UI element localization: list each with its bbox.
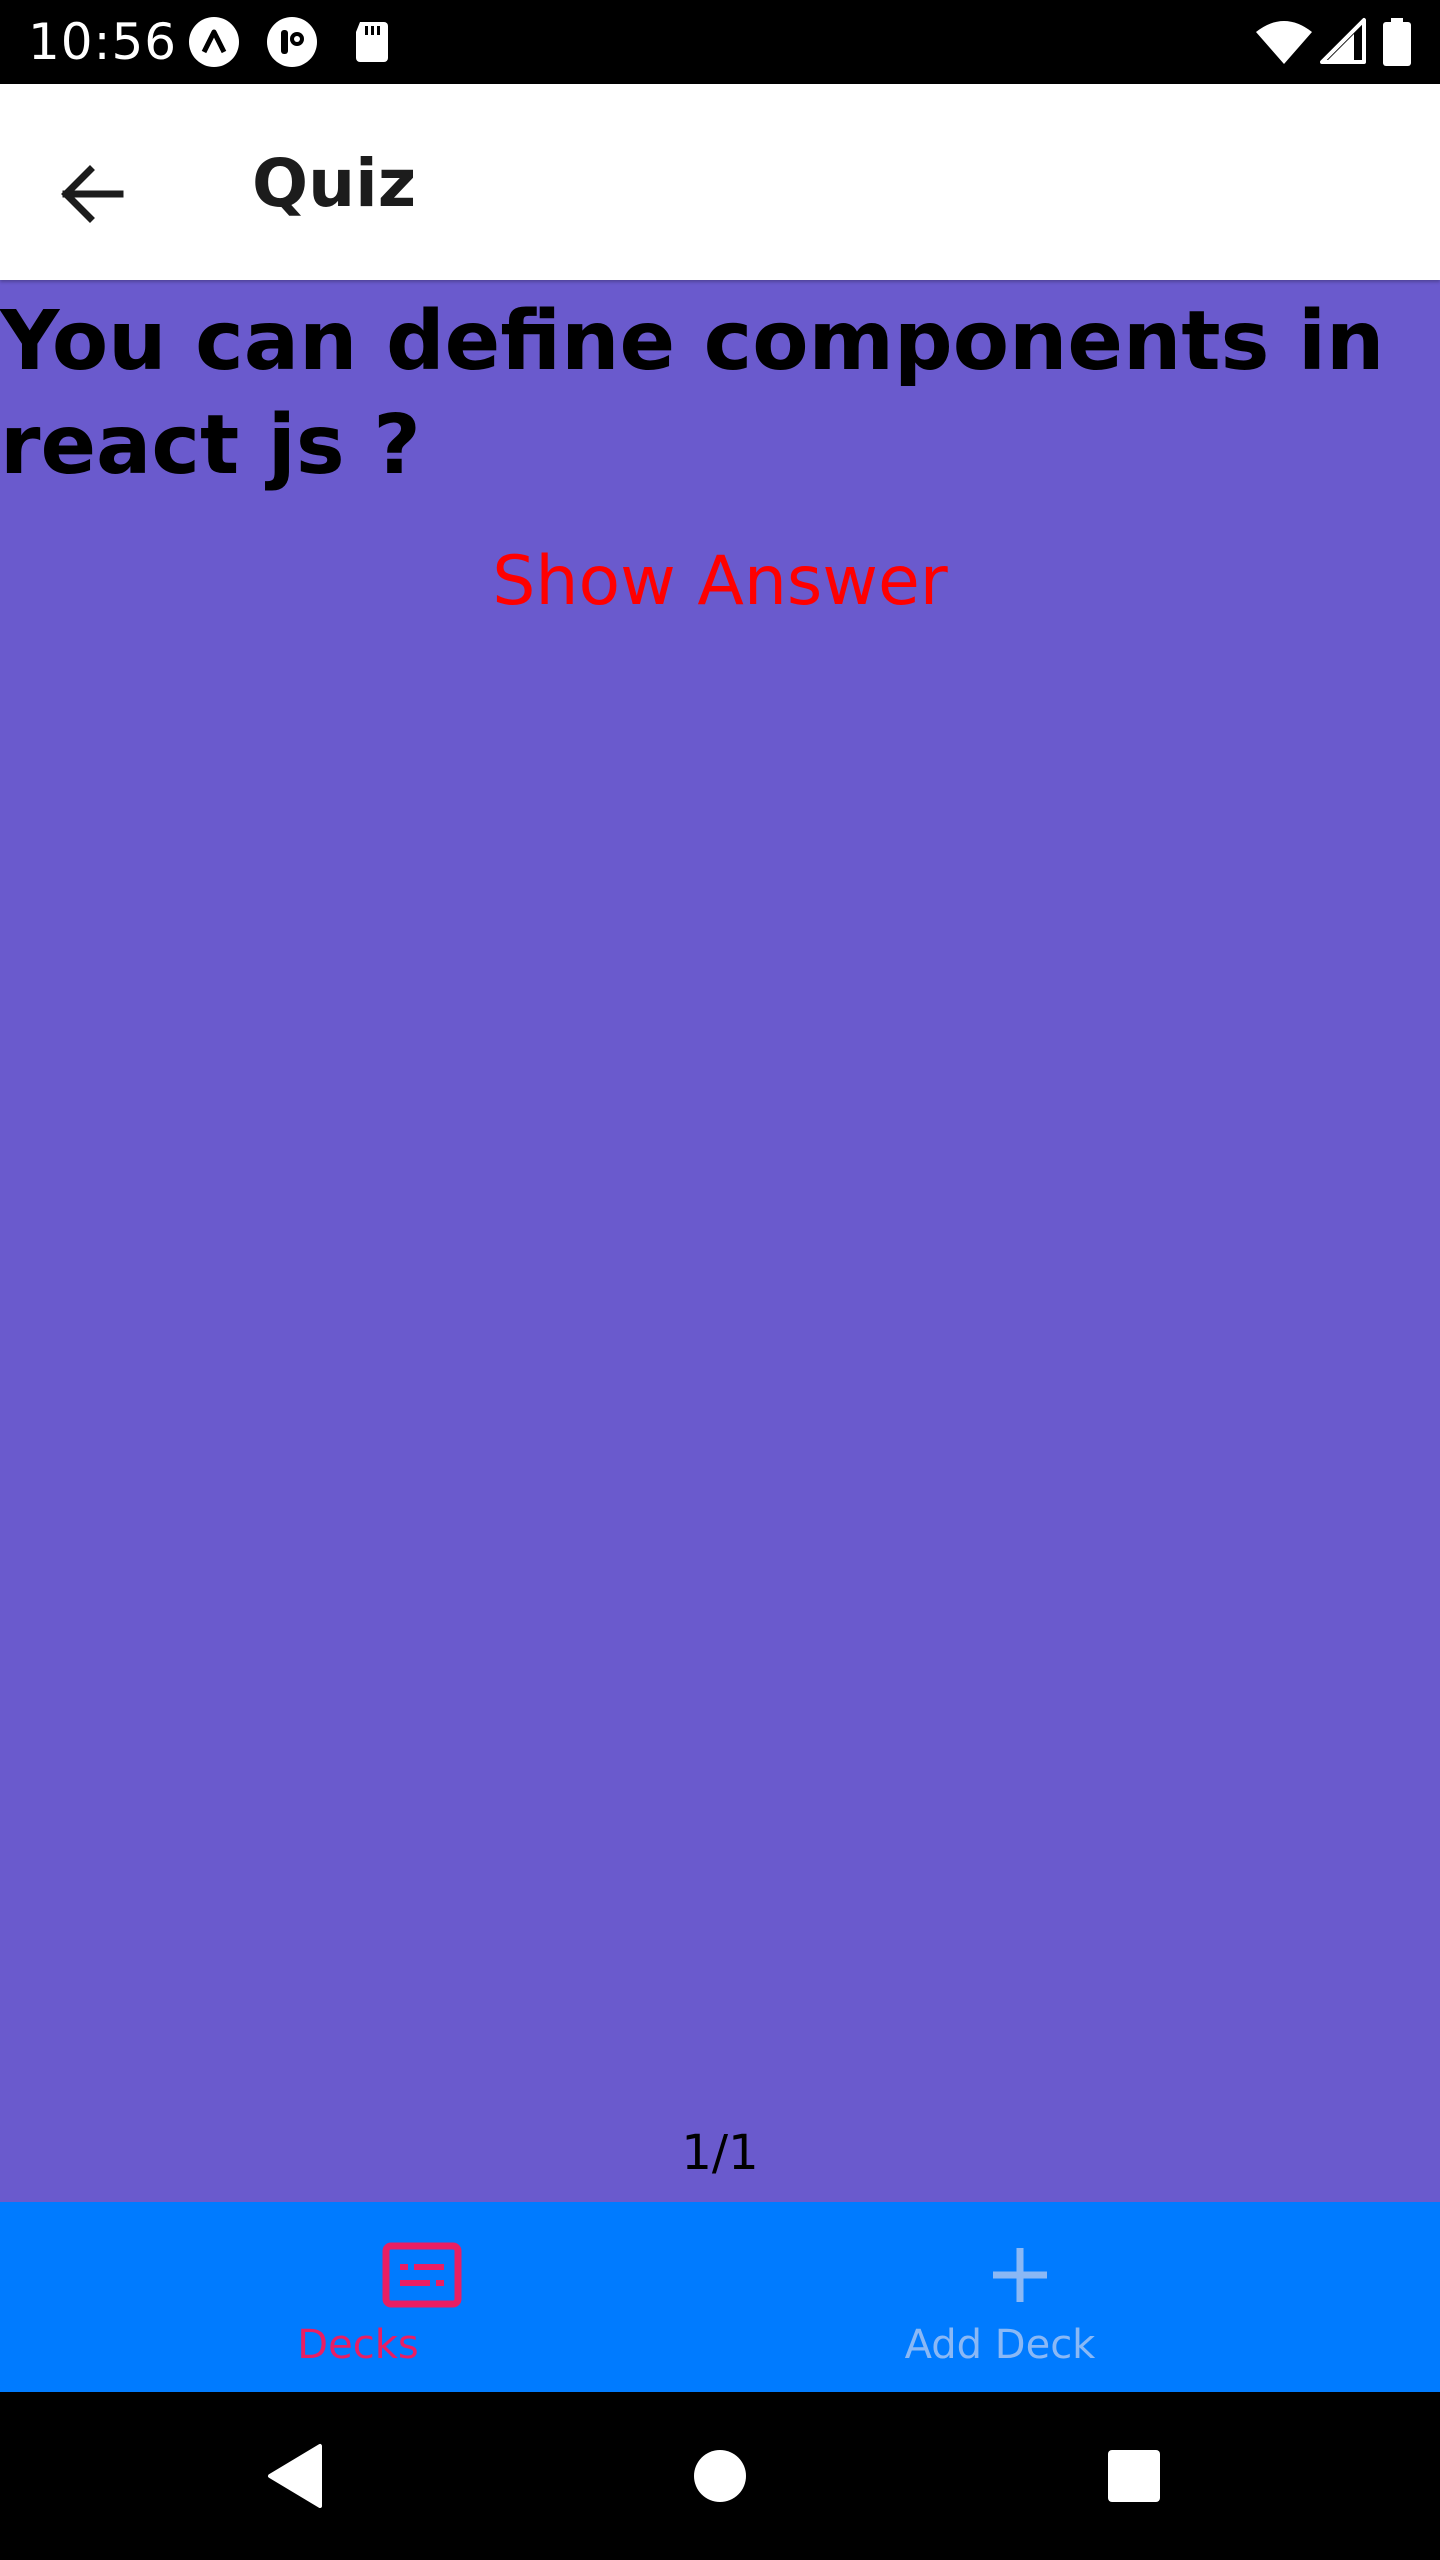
notification-icon: [267, 17, 317, 67]
page-title: Quiz: [252, 145, 417, 222]
nav-home-icon[interactable]: [680, 2436, 760, 2516]
tab-add-deck[interactable]: Add Deck: [654, 2202, 1374, 2392]
back-button[interactable]: [40, 142, 144, 246]
quiz-screen: 10:56 Quiz You can define components in …: [0, 0, 1440, 2560]
system-nav-bar: [0, 2392, 1440, 2560]
plus-icon: [993, 2248, 1047, 2302]
nav-back-icon[interactable]: [260, 2436, 340, 2516]
bottom-tab-bar: Decks Add Deck: [0, 2202, 1440, 2392]
cell-signal-icon: [1320, 18, 1366, 64]
tab-decks-label: Decks: [297, 2322, 419, 2368]
launcher-a-icon: [189, 17, 239, 67]
quiz-progress: 1/1: [681, 2125, 759, 2181]
tab-add-deck-label: Add Deck: [904, 2322, 1096, 2368]
app-bar: Quiz: [0, 84, 1440, 280]
status-bar: 10:56: [0, 0, 1440, 84]
wifi-icon: [1256, 21, 1312, 64]
quiz-question: You can define components in react js ?: [0, 294, 1385, 493]
sd-card-icon: [356, 22, 388, 62]
arrow-left-icon: [61, 165, 124, 223]
nav-recents-icon[interactable]: [1094, 2436, 1174, 2516]
deck-card-icon: [382, 2242, 462, 2308]
show-answer-button[interactable]: Show Answer: [0, 542, 1440, 622]
status-time: 10:56: [28, 13, 178, 71]
battery-icon: [1383, 18, 1411, 66]
